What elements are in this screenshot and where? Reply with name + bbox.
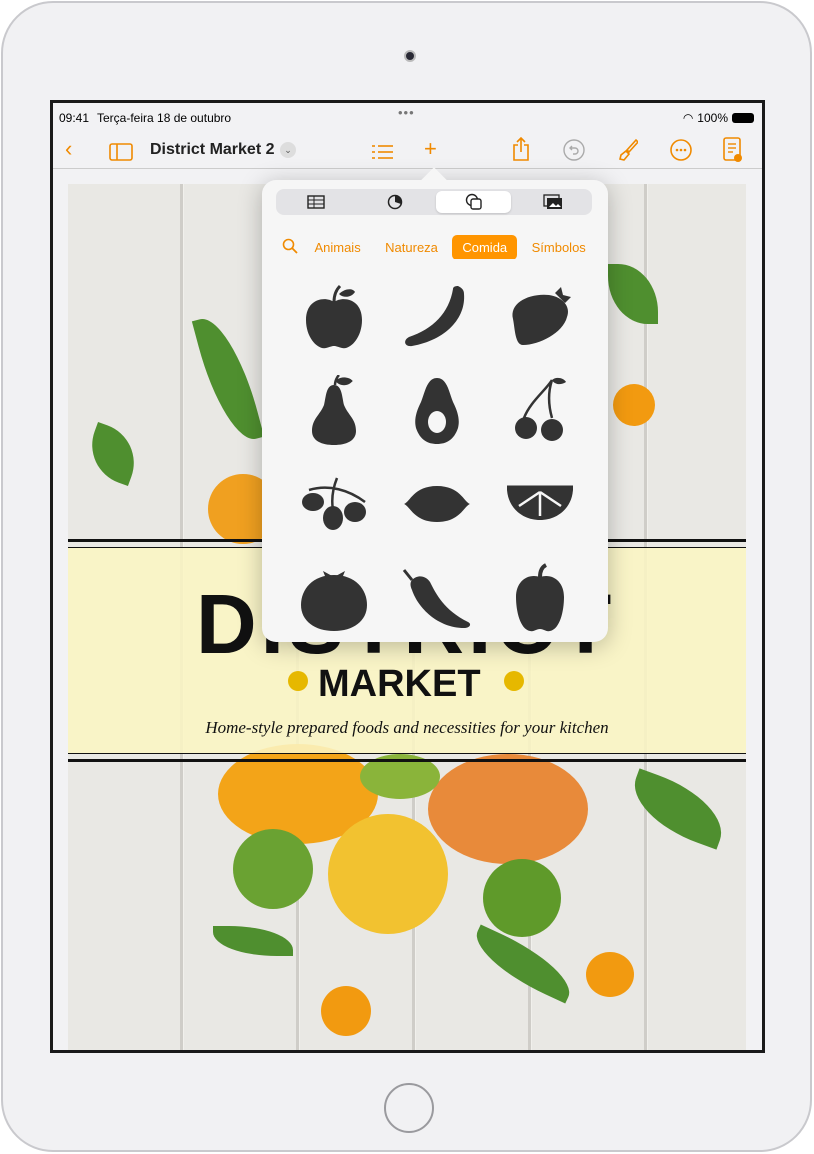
toolbar: ‹ District Market 2 ⌄ +	[53, 131, 762, 169]
shape-lemon-icon[interactable]	[385, 468, 488, 540]
status-time: 09:41	[59, 111, 90, 125]
shapes-icon[interactable]	[436, 191, 511, 213]
shape-avocado-icon[interactable]	[385, 374, 488, 446]
document-title[interactable]: District Market 2	[150, 141, 275, 159]
multitasking-icon[interactable]: •••	[398, 105, 415, 120]
chart-icon[interactable]	[357, 191, 432, 213]
category-comida[interactable]: Comida	[452, 235, 518, 259]
apple-ornament-icon	[288, 671, 308, 691]
reader-view-icon[interactable]	[723, 137, 743, 170]
paintbrush-icon[interactable]	[616, 138, 640, 169]
search-icon[interactable]	[272, 233, 300, 259]
battery-level: 100%	[697, 111, 728, 125]
battery-icon	[732, 113, 754, 123]
shape-cherries-icon[interactable]	[489, 374, 592, 446]
status-bar: 09:41 Terça-feira 18 de outubro ••• ◠ 100…	[53, 103, 762, 131]
shape-grid	[282, 280, 592, 634]
back-icon[interactable]: ‹	[65, 135, 72, 163]
shape-chili-pepper-icon[interactable]	[385, 562, 488, 634]
shape-apple-icon[interactable]	[282, 280, 385, 352]
shape-bell-pepper-icon[interactable]	[489, 562, 592, 634]
media-icon[interactable]	[515, 191, 590, 213]
camera	[404, 50, 416, 62]
share-icon[interactable]	[512, 136, 530, 168]
status-date: Terça-feira 18 de outubro	[97, 111, 232, 125]
screen: 09:41 Terça-feira 18 de outubro ••• ◠ 100…	[50, 100, 765, 1053]
more-icon[interactable]	[670, 139, 692, 168]
insert-shape-popover: Animais Natureza Comida Símbolos E	[262, 167, 608, 642]
table-icon[interactable]	[278, 191, 353, 213]
plus-icon[interactable]: +	[424, 135, 437, 163]
tagline-text: Home-style prepared foods and necessitie…	[205, 718, 609, 737]
list-icon[interactable]	[372, 140, 394, 168]
shape-banana-icon[interactable]	[385, 280, 488, 352]
shape-tomato-icon[interactable]	[282, 562, 385, 634]
category-next[interactable]: E	[600, 235, 608, 259]
shape-strawberry-icon[interactable]	[489, 280, 592, 352]
shape-olives-icon[interactable]	[282, 468, 385, 540]
shape-pear-icon[interactable]	[282, 374, 385, 446]
insert-type-tabs	[276, 189, 592, 215]
subheading-text: MARKET	[318, 663, 481, 705]
chevron-down-icon[interactable]: ⌄	[280, 142, 296, 158]
undo-icon[interactable]	[563, 139, 585, 168]
wifi-icon: ◠	[682, 111, 694, 125]
sidebar-icon[interactable]	[109, 140, 133, 168]
category-natureza[interactable]: Natureza	[375, 235, 448, 259]
home-button[interactable]	[384, 1083, 434, 1133]
apple-ornament-icon	[504, 671, 524, 691]
shape-categories: Animais Natureza Comida Símbolos E	[272, 233, 608, 259]
category-animais[interactable]: Animais	[304, 235, 370, 259]
category-simbolos[interactable]: Símbolos	[522, 235, 596, 259]
shape-orange-slice-icon[interactable]	[489, 468, 592, 540]
